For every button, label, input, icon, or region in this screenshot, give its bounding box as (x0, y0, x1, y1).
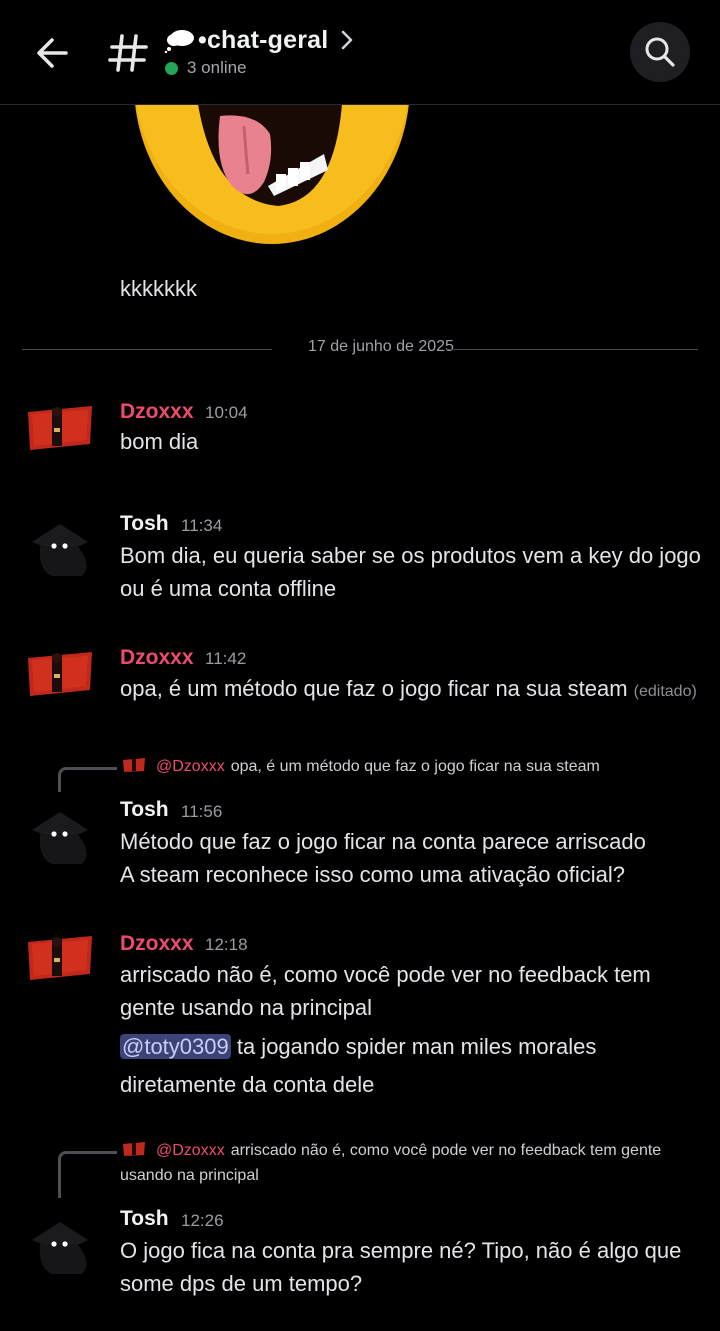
message-text: O jogo fica na conta pra sempre né? Tipo… (120, 1238, 682, 1263)
username[interactable]: Dzoxxx (120, 400, 194, 424)
reply-avatar (122, 757, 146, 773)
date-label: 17 de junho de 2025 (308, 338, 454, 355)
search-icon (645, 37, 675, 67)
message-text: @toty0309 ta jogando spider man miles mo… (120, 1030, 596, 1063)
reply-text-continued: usando na principal (120, 1167, 259, 1184)
username[interactable]: Tosh (120, 798, 169, 822)
message-content: ta jogando spider man miles morales (230, 1034, 597, 1059)
hash-icon (108, 34, 148, 72)
username[interactable]: Tosh (120, 512, 169, 536)
message-text: gente usando na principal (120, 995, 372, 1020)
avatar[interactable] (22, 800, 98, 876)
reply-preview[interactable]: @Dzoxxx arriscado não é, como você pode v… (122, 1138, 661, 1163)
message-text: arriscado não é, como você pode ver no f… (120, 962, 651, 987)
channel-header: •chat-geral 3 online (0, 0, 720, 105)
reply-preview[interactable]: @Dzoxxx opa, é um método que faz o jogo f… (122, 754, 600, 779)
message-text: Método que faz o jogo ficar na conta par… (120, 829, 646, 854)
reply-avatar (122, 1141, 146, 1157)
message-text: some dps de um tempo? (120, 1271, 363, 1296)
avatar[interactable] (22, 638, 98, 714)
reply-username: @Dzoxxx (156, 1142, 225, 1159)
online-status: 3 online (165, 58, 247, 78)
reply-text: opa, é um método que faz o jogo ficar na… (230, 758, 600, 775)
avatar[interactable] (22, 922, 98, 998)
avatar[interactable] (22, 392, 98, 468)
cloud-emoji-icon (164, 30, 194, 53)
avatar[interactable] (22, 512, 98, 588)
online-count: 3 online (187, 58, 247, 77)
user-mention[interactable]: @toty0309 (120, 1034, 231, 1059)
message-content: opa, é um método que faz o jogo ficar na… (120, 676, 628, 701)
username[interactable]: Dzoxxx (120, 646, 194, 670)
timestamp: 11:34 (181, 516, 223, 535)
timestamp: 11:56 (181, 802, 223, 821)
message-text: bom dia (120, 429, 199, 454)
reply-connector (58, 1151, 117, 1198)
edited-label: (editado) (633, 683, 697, 700)
reply-username: @Dzoxxx (156, 758, 225, 775)
online-indicator-icon (165, 61, 178, 75)
avatar[interactable] (22, 1210, 98, 1286)
tongue-emoji-image[interactable] (128, 104, 416, 254)
search-button[interactable] (630, 22, 690, 82)
reply-connector (58, 767, 117, 792)
channel-title-button[interactable]: •chat-geral (164, 22, 356, 58)
timestamp: 10:04 (205, 403, 248, 422)
back-arrow-icon (37, 38, 68, 68)
username[interactable]: Dzoxxx (120, 932, 194, 956)
timestamp: 12:18 (205, 935, 248, 954)
message-text: opa, é um método que faz o jogo ficar na… (120, 672, 697, 708)
message-text: Bom dia, eu queria saber se os produtos … (120, 543, 701, 568)
message-text: kkkkkkk (120, 276, 197, 301)
channel-name: •chat-geral (198, 25, 329, 54)
chevron-right-icon (342, 30, 353, 50)
message-text: ou é uma conta offline (120, 576, 337, 601)
message-text: A steam reconhece isso como uma ativação… (120, 862, 626, 887)
back-button[interactable] (30, 30, 76, 76)
date-divider: 17 de junho de 2025 (22, 336, 698, 362)
message-text: diretamente da conta dele (120, 1072, 375, 1097)
reply-text: arriscado não é, como você pode ver no f… (230, 1142, 662, 1159)
timestamp: 11:42 (205, 649, 247, 668)
timestamp: 12:26 (181, 1211, 224, 1230)
username[interactable]: Tosh (120, 1207, 169, 1231)
